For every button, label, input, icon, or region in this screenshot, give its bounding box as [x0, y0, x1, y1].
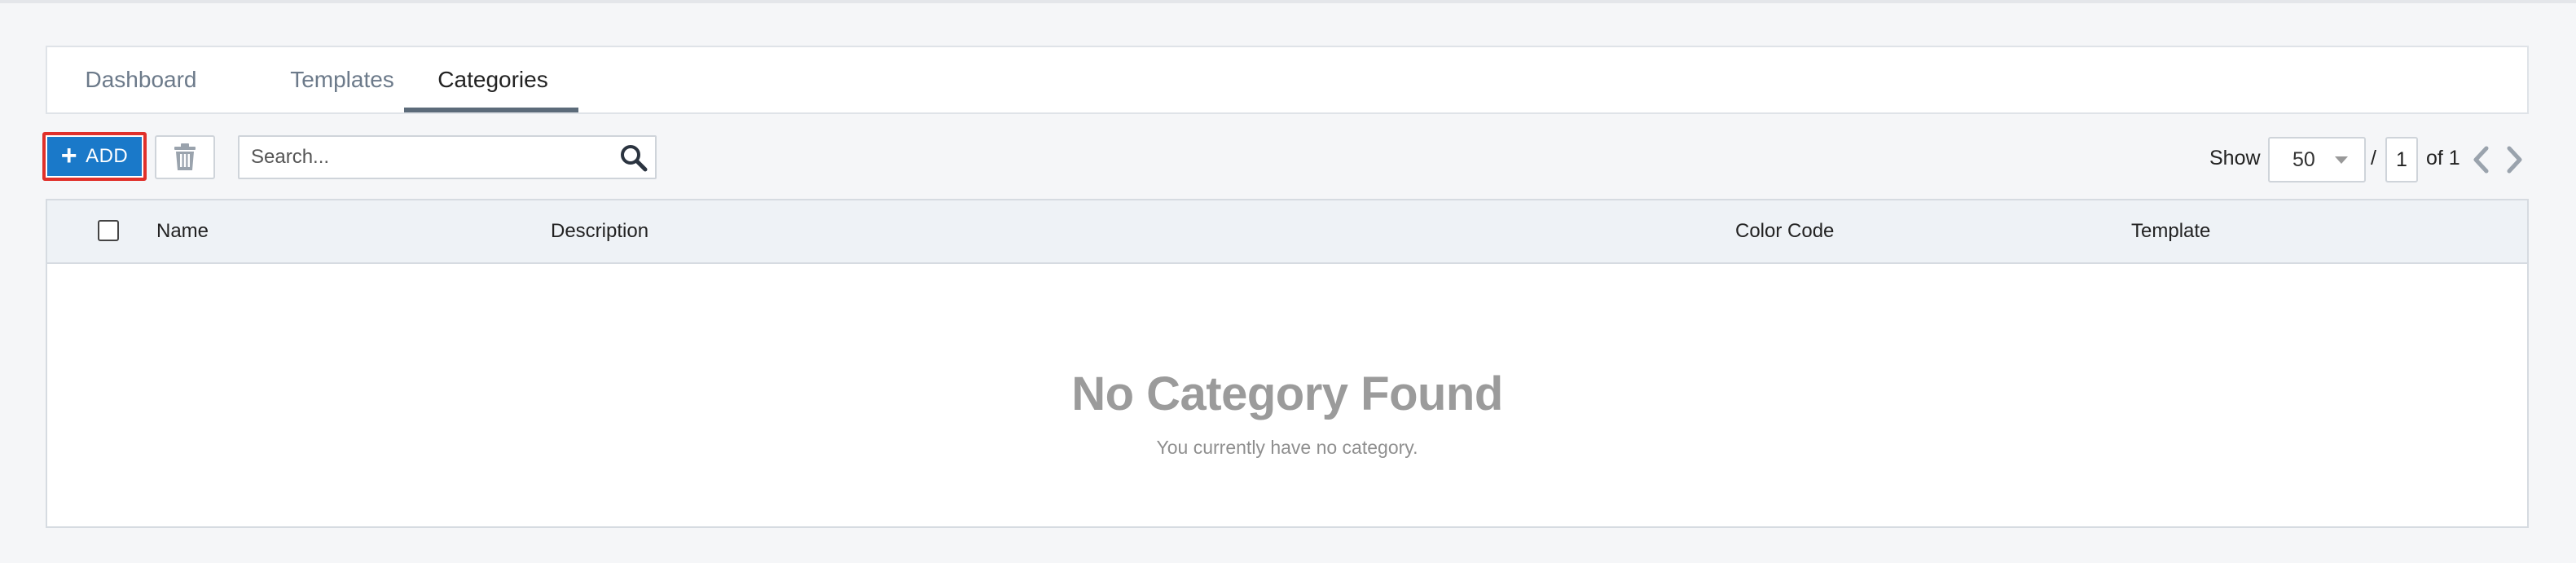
column-header-template[interactable]: Template	[2131, 200, 2210, 262]
tab-dashboard[interactable]: Dashboard	[80, 47, 202, 112]
column-header-color-code[interactable]: Color Code	[1735, 200, 1834, 262]
active-tab-indicator	[404, 108, 578, 112]
top-divider	[0, 0, 2576, 3]
chevron-left-icon[interactable]	[2470, 145, 2493, 174]
show-label: Show	[2209, 147, 2261, 169]
select-all-checkbox[interactable]	[98, 220, 119, 241]
caret-down-icon	[2335, 156, 2348, 164]
chevron-right-icon[interactable]	[2503, 145, 2525, 174]
total-pages-label: of 1	[2426, 147, 2460, 169]
empty-state-subtitle: You currently have no category.	[1156, 437, 1418, 458]
column-header-description[interactable]: Description	[551, 200, 648, 262]
trash-icon	[174, 143, 196, 170]
add-button[interactable]: + ADD	[42, 132, 147, 181]
tab-bar: Dashboard Templates Categories	[46, 46, 2529, 114]
search-input[interactable]	[246, 137, 604, 178]
page-size-select[interactable]: 50	[2268, 137, 2366, 183]
empty-state-title: No Category Found	[1071, 367, 1503, 420]
plus-icon: +	[60, 139, 78, 171]
table-header: Name Description Color Code Template	[47, 200, 2527, 264]
search-icon[interactable]	[619, 143, 648, 173]
delete-button[interactable]	[155, 135, 215, 179]
add-button-label: ADD	[86, 145, 129, 167]
categories-table: Name Description Color Code Template No …	[46, 199, 2529, 528]
tab-categories[interactable]: Categories	[406, 47, 580, 112]
tab-templates[interactable]: Templates	[261, 47, 424, 112]
page-separator: /	[2371, 147, 2376, 169]
search-box	[238, 135, 657, 179]
current-page-input[interactable]: 1	[2385, 137, 2418, 183]
page-size-value: 50	[2292, 148, 2315, 171]
column-header-name[interactable]: Name	[156, 200, 209, 262]
